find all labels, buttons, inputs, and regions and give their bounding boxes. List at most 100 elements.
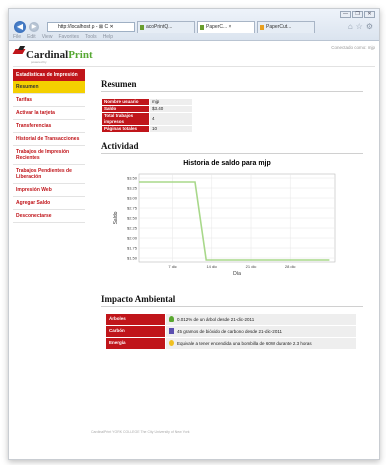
window-controls: — ❐ ✕	[340, 11, 375, 18]
footer: CardinalPrint YORK COLLEGE The City Univ…	[91, 430, 190, 434]
row-key: Total trabajos impresos	[101, 112, 150, 126]
sidebar-item-trabajos-recientes[interactable]: Trabajos de Impresión Recientes	[13, 146, 85, 165]
row-value: 0.012% de un árbol desde 21-dic-2011	[165, 313, 357, 326]
heading-divider	[101, 91, 363, 92]
environment-table: Árboles 0.012% de un árbol desde 21-dic-…	[105, 313, 357, 350]
x-tick-label: 21 dic	[246, 264, 257, 269]
tab-3[interactable]: PaperCut...	[257, 21, 315, 33]
y-tick-label: $2.25	[127, 226, 138, 231]
row-value: 45 gramos de bióxido de carbono desde 21…	[165, 325, 357, 338]
close-window-button[interactable]: ✕	[364, 11, 375, 18]
table-row: Nombre usuario mjp	[101, 98, 193, 106]
row-value-text: 45 gramos de bióxido de carbono desde 21…	[177, 329, 282, 334]
y-axis-label: Saldo	[113, 211, 119, 224]
balance-chart: Historia de saldo para mjp $3.50 $3.25 $3.…	[109, 160, 345, 282]
menu-edit[interactable]: Edit	[27, 33, 36, 41]
browser-window: — ❐ ✕ ◀ ▶ http://localhost ρ - ⊠ C ✕ aco…	[8, 8, 380, 460]
star-icon[interactable]: ☆	[356, 22, 363, 31]
minimize-button[interactable]: —	[340, 11, 351, 18]
x-tick-label: 28 dic	[285, 264, 296, 269]
menu-file[interactable]: File	[13, 33, 21, 41]
row-value: Equivale a tener encendida una bombilla …	[165, 337, 357, 350]
menu-help[interactable]: Help	[103, 33, 113, 41]
row-value: $3.40	[149, 105, 193, 113]
sidebar-item-trabajos-pendientes[interactable]: Trabajos Pendientes de Liberación	[13, 165, 85, 184]
favicon-icon	[140, 25, 144, 30]
forward-button[interactable]: ▶	[29, 22, 39, 32]
x-tick-label: 14 dic	[206, 264, 217, 269]
maximize-button[interactable]: ❐	[352, 11, 363, 18]
favicon-icon	[260, 25, 264, 30]
back-button[interactable]: ◀	[14, 21, 26, 33]
main-content: Resumen Nombre usuario mjp Saldo $3.40 Tot…	[101, 79, 363, 350]
sidebar-item-tarifas[interactable]: Tarifas	[13, 94, 85, 107]
row-value-text: 0.012% de un árbol desde 21-dic-2011	[177, 317, 255, 322]
sidebar-item-impresion-web[interactable]: Impresión Web	[13, 184, 85, 197]
activity-heading: Actividad	[101, 141, 139, 151]
row-value: 10	[149, 125, 193, 133]
table-row: Carbón 45 gramos de bióxido de carbono d…	[105, 325, 357, 338]
summary-heading: Resumen	[101, 79, 137, 89]
y-tick-label: $3.50	[127, 176, 138, 181]
table-row: Total trabajos impresos 4	[101, 112, 193, 126]
row-value: mjp	[149, 98, 193, 106]
tab-2[interactable]: PaperC... ×	[197, 21, 255, 33]
row-key: Nombre usuario	[101, 98, 150, 106]
tab-label: acoPrintQ...	[146, 24, 173, 30]
table-row: Energía Equivale a tener encendida una b…	[105, 337, 357, 350]
sidebar: Estadísticas de Impresión Resumen Tarifa…	[13, 69, 85, 223]
y-tick-label: $1.75	[127, 246, 138, 251]
y-tick-label: $2.00	[127, 236, 138, 241]
row-key: Saldo	[101, 105, 150, 113]
sidebar-item-resumen[interactable]: Resumen	[13, 81, 85, 94]
summary-table: Nombre usuario mjp Saldo $3.40 Total traba…	[101, 98, 193, 133]
browser-chrome: — ❐ ✕ ◀ ▶ http://localhost ρ - ⊠ C ✕ aco…	[9, 9, 379, 41]
environment-heading: Impacto Ambiental	[101, 294, 176, 304]
logo-text-print: Print	[68, 49, 93, 61]
browser-toolbar-icons: ⌂ ☆ ⚙	[348, 22, 373, 31]
address-bar[interactable]: http://localhost ρ - ⊠ C ✕	[47, 22, 135, 32]
y-tick-label: $2.75	[127, 206, 138, 211]
header-divider	[13, 66, 375, 67]
sidebar-item-transferencias[interactable]: Transferencias	[13, 120, 85, 133]
sidebar-item-desconectarse[interactable]: Desconectarse	[13, 210, 85, 223]
sidebar-item-historial[interactable]: Historial de Transacciones	[13, 133, 85, 146]
row-key: Páginas totales	[101, 125, 150, 133]
x-axis-label: Día	[233, 271, 241, 277]
row-key: Carbón	[105, 325, 166, 338]
logo[interactable]: Cardinal Print	[12, 44, 93, 61]
tree-icon	[169, 316, 174, 322]
logo-tagline: powered by	[31, 60, 47, 64]
menu-view[interactable]: View	[42, 33, 53, 41]
sidebar-item-agregar-saldo[interactable]: Agregar Saldo	[13, 197, 85, 210]
menu-bar: File Edit View Favorites Tools Help	[9, 33, 379, 41]
heading-divider	[101, 306, 363, 307]
home-icon[interactable]: ⌂	[348, 22, 353, 31]
favicon-icon	[200, 25, 204, 30]
y-tick-label: $2.50	[127, 216, 138, 221]
chart-title: Historia de saldo para mjp	[183, 160, 271, 167]
table-row: Páginas totales 10	[101, 125, 193, 133]
carbon-icon	[169, 328, 174, 334]
user-info: Conectado como: mjp	[331, 45, 375, 50]
row-value-text: Equivale a tener encendida una bombilla …	[177, 341, 312, 346]
menu-tools[interactable]: Tools	[85, 33, 97, 41]
y-tick-label: $1.50	[127, 256, 138, 261]
logo-bird-icon	[12, 44, 26, 58]
tab-label: PaperC... ×	[206, 24, 232, 30]
y-tick-label: $3.00	[127, 196, 138, 201]
gear-icon[interactable]: ⚙	[366, 22, 373, 31]
menu-favorites[interactable]: Favorites	[58, 33, 79, 41]
tab-1[interactable]: acoPrintQ...	[137, 21, 195, 33]
table-row: Saldo $3.40	[101, 105, 193, 113]
y-tick-label: $3.25	[127, 186, 138, 191]
sidebar-heading: Estadísticas de Impresión	[13, 69, 85, 81]
x-tick-label: 7 dic	[168, 264, 176, 269]
heading-divider	[101, 153, 363, 154]
table-row: Árboles 0.012% de un árbol desde 21-dic-…	[105, 313, 357, 326]
row-value: 4	[149, 112, 193, 126]
tab-label: PaperCut...	[266, 24, 292, 30]
row-key: Energía	[105, 337, 166, 350]
sidebar-item-activar-tarjeta[interactable]: Activar la tarjeta	[13, 107, 85, 120]
bulb-icon	[169, 340, 174, 346]
